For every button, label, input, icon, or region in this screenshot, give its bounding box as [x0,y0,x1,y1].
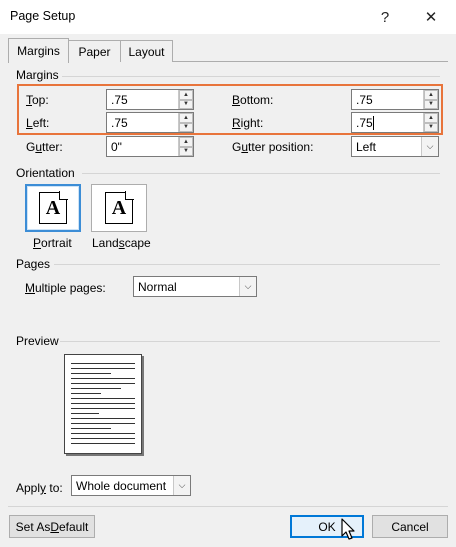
tab-layout-label: Layout [128,44,165,59]
orientation-separator [82,173,440,174]
mouse-pointer-icon [341,518,355,540]
preview-page [64,354,142,454]
top-label: Top: [26,93,49,107]
window-title: Page Setup [10,9,76,23]
gutter-position-value: Left [356,139,377,154]
bottom-margin-value[interactable]: .75 [352,93,423,107]
tab-margins-label: Margins [17,44,60,58]
gutter-position-label: Gutter position: [232,140,314,154]
cancel-label: Cancel [391,519,429,534]
bottom-down-arrow-icon[interactable]: ▼ [424,99,438,109]
left-down-arrow-icon[interactable]: ▼ [179,122,193,132]
margins-separator [62,76,440,77]
top-margin-stepper[interactable]: .75 ▲ ▼ [106,89,194,110]
tab-layout[interactable]: Layout [120,40,173,62]
right-margin-value-wrap[interactable]: .75 [352,115,423,130]
right-margin-stepper[interactable]: .75 ▲ ▼ [351,112,439,133]
left-margin-stepper[interactable]: .75 ▲ ▼ [106,112,194,133]
pages-separator [54,264,440,265]
right-margin-value[interactable]: .75 [356,116,373,130]
help-icon: ? [380,8,390,26]
apply-to-label: Apply to: [16,481,63,495]
orientation-section-label: Orientation [16,166,75,180]
landscape-label: Landscape [92,236,151,250]
cancel-button[interactable]: Cancel [372,515,448,538]
multiple-pages-select[interactable]: Normal ⌵ [133,276,257,297]
gutter-down-arrow-icon[interactable]: ▼ [179,146,193,156]
multiple-pages-value: Normal [138,279,177,294]
landscape-page-icon: A [105,191,134,224]
preview-separator [60,341,440,342]
top-up-arrow-icon[interactable]: ▲ [179,90,193,100]
apply-to-value: Whole document [76,478,167,493]
chevron-down-icon[interactable]: ⌵ [173,476,190,495]
landscape-button[interactable]: A [91,184,147,232]
text-cursor [372,115,374,130]
preview-section-label: Preview [16,334,59,348]
portrait-page-icon: A [39,191,68,224]
tab-margins[interactable]: Margins [8,38,69,63]
footer-separator [8,506,448,507]
close-icon: ✕ [424,9,438,26]
right-up-arrow-icon[interactable]: ▲ [424,113,438,123]
gutter-value[interactable]: 0" [107,140,178,154]
portrait-label: Portrait [33,236,72,250]
top-down-arrow-icon[interactable]: ▼ [179,99,193,109]
gutter-label: Gutter: [26,140,63,154]
portrait-button[interactable]: A [25,184,81,232]
apply-to-select[interactable]: Whole document ⌵ [71,475,191,496]
top-margin-value[interactable]: .75 [107,93,178,107]
tab-paper-label: Paper [78,44,111,59]
right-down-arrow-icon[interactable]: ▼ [424,122,438,132]
left-label: Left: [26,116,50,130]
help-button[interactable]: ? [368,0,402,34]
bottom-up-arrow-icon[interactable]: ▲ [424,90,438,100]
gutter-stepper[interactable]: 0" ▲ ▼ [106,136,194,157]
right-label: Right: [232,116,264,130]
gutter-up-arrow-icon[interactable]: ▲ [179,137,193,147]
gutter-position-select[interactable]: Left ⌵ [351,136,439,157]
ok-label: OK [318,519,336,534]
margins-section-label: Margins [16,68,59,82]
left-margin-value[interactable]: .75 [107,116,178,130]
multiple-pages-label: Multiple pages: [25,281,106,295]
chevron-down-icon[interactable]: ⌵ [421,137,438,156]
bottom-label: Bottom: [232,93,274,107]
left-up-arrow-icon[interactable]: ▲ [179,113,193,123]
pages-section-label: Pages [16,257,51,271]
chevron-down-icon[interactable]: ⌵ [239,277,256,296]
close-button[interactable]: ✕ [414,0,448,34]
bottom-margin-stepper[interactable]: .75 ▲ ▼ [351,89,439,110]
set-as-default-button[interactable]: Set As Default [9,515,95,538]
tab-paper[interactable]: Paper [68,40,121,62]
